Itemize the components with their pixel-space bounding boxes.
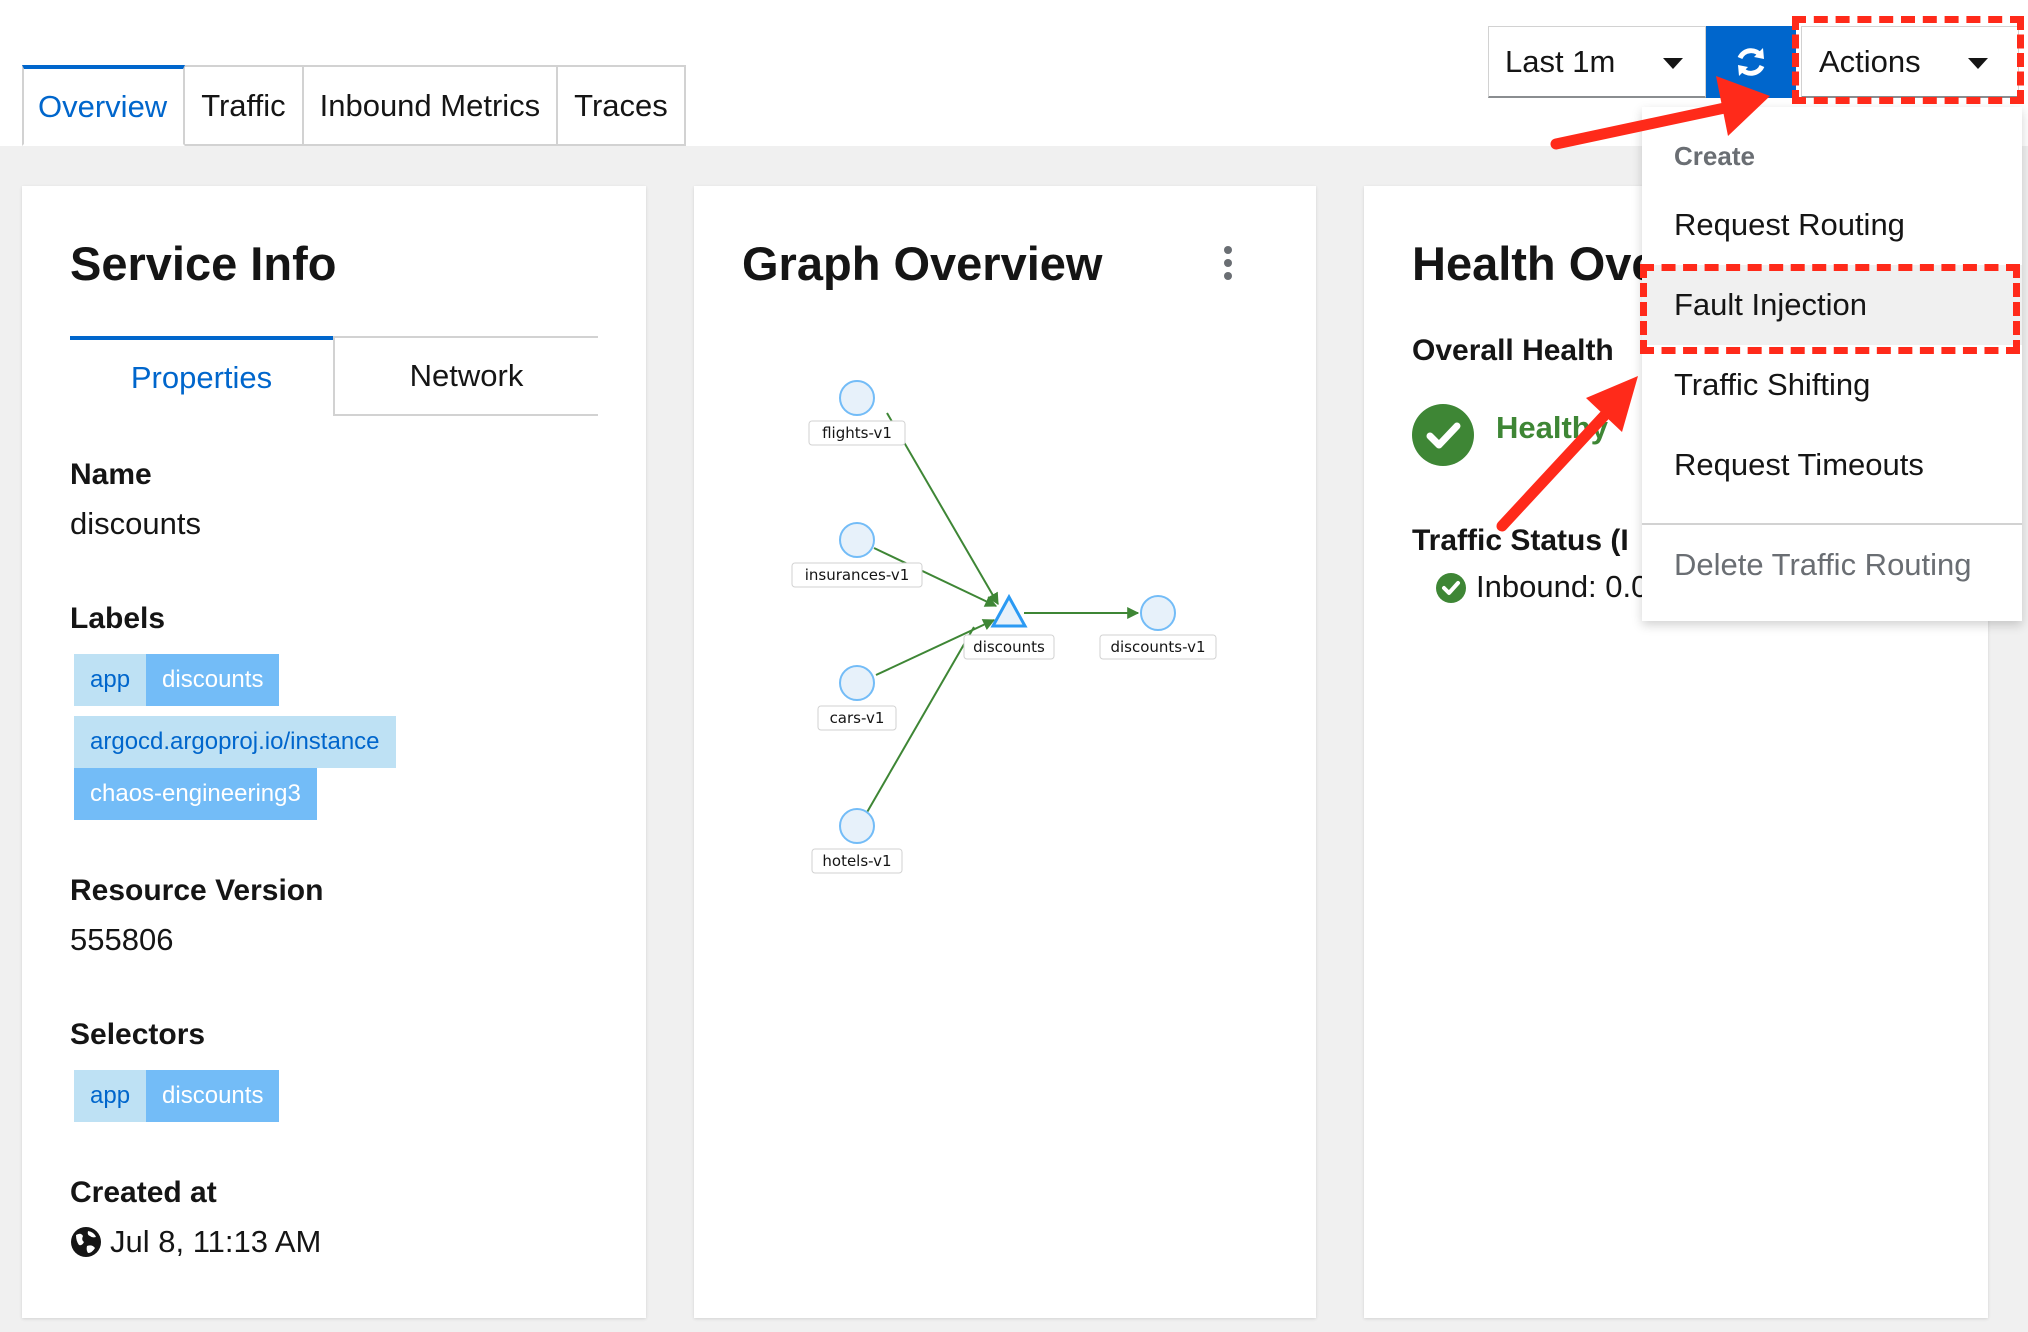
- actions-menu: Create Request Routing Fault Injection T…: [1642, 107, 2022, 621]
- label-badge: app discounts: [74, 654, 280, 706]
- tab-traffic[interactable]: Traffic: [185, 65, 304, 146]
- label-key: argocd.argoproj.io/instance: [74, 716, 396, 768]
- tab-inbound-metrics[interactable]: Inbound Metrics: [303, 65, 559, 146]
- graph-node-cars-v1[interactable]: [839, 665, 875, 701]
- menu-item-request-routing[interactable]: Request Routing: [1642, 185, 2022, 265]
- menu-item-traffic-shifting[interactable]: Traffic Shifting: [1642, 345, 2022, 425]
- created-row: Jul 8, 11:13 AM: [70, 1224, 321, 1260]
- card-title: Service Info: [70, 237, 337, 290]
- menu-item-request-timeouts[interactable]: Request Timeouts: [1642, 425, 2022, 505]
- tab-traces[interactable]: Traces: [558, 65, 686, 146]
- overall-health-status: Healthy: [1496, 410, 1608, 445]
- healthy-check-icon: [1412, 404, 1474, 466]
- graph-node-discounts-v1[interactable]: [1140, 595, 1176, 631]
- selector-key: app: [74, 1070, 147, 1122]
- service-info-tabs: Properties Network: [70, 336, 598, 416]
- annotation-highlight-actions: [1792, 16, 2024, 104]
- time-range-select[interactable]: Last 1m: [1488, 26, 1706, 98]
- created-value: Jul 8, 11:13 AM: [110, 1224, 322, 1259]
- name-value: discounts: [70, 506, 201, 541]
- service-info-card: Service Info Properties Network Name dis…: [22, 186, 646, 1318]
- refresh-button[interactable]: [1706, 26, 1796, 98]
- graph-node-insurances-v1[interactable]: [839, 522, 875, 558]
- refresh-icon: [1737, 48, 1765, 76]
- node-label-discounts: discounts: [973, 638, 1045, 656]
- created-label: Created at: [70, 1176, 217, 1209]
- node-label-hotels-v1: hotels-v1: [822, 852, 891, 870]
- node-label-flights-v1: flights-v1: [822, 424, 892, 442]
- graph-overview-card: Graph Overview flights-v1 insurances-v1 …: [694, 186, 1316, 1318]
- node-label-insurances-v1: insurances-v1: [805, 566, 910, 584]
- label-badge: chaos-engineering3: [74, 768, 317, 820]
- traffic-status-label: Traffic Status (I: [1412, 524, 1629, 557]
- caret-down-icon: [1663, 58, 1683, 69]
- main-tabs: Overview Traffic Inbound Metrics Traces: [22, 65, 686, 146]
- menu-group-create: Create: [1674, 141, 1755, 171]
- node-label-cars-v1: cars-v1: [830, 709, 885, 727]
- tab-overview[interactable]: Overview: [22, 65, 186, 146]
- graph-node-discounts[interactable]: [990, 593, 1028, 628]
- menu-item-delete-traffic-routing[interactable]: Delete Traffic Routing: [1642, 525, 2022, 605]
- card-title: Health Ove: [1412, 237, 1658, 290]
- graph-node-flights-v1[interactable]: [839, 380, 875, 416]
- graph-node-hotels-v1[interactable]: [839, 808, 875, 844]
- inbound-check-icon: [1436, 573, 1466, 603]
- globe-icon: [71, 1227, 101, 1257]
- service-graph: flights-v1 insurances-v1 cars-v1 hotels-…: [791, 380, 1217, 874]
- node-label-discounts-v1: discounts-v1: [1110, 638, 1205, 656]
- label-badge: argocd.argoproj.io/instance: [74, 716, 396, 768]
- selectors-label: Selectors: [70, 1018, 206, 1051]
- annotation-highlight-fault-injection: [1640, 264, 2020, 354]
- resource-version-value: 555806: [70, 922, 174, 957]
- label-value: chaos-engineering3: [74, 768, 317, 820]
- label-key: app: [74, 654, 147, 706]
- inbound-traffic-value: Inbound: 0.0: [1476, 569, 1649, 604]
- tab-network[interactable]: Network: [333, 336, 598, 416]
- name-label: Name: [70, 458, 152, 491]
- tab-properties[interactable]: Properties: [70, 336, 333, 416]
- selector-badge: app discounts: [74, 1070, 280, 1122]
- labels-label: Labels: [70, 602, 166, 635]
- resource-version-label: Resource Version: [70, 874, 324, 907]
- label-value: discounts: [146, 654, 280, 706]
- overall-health-label: Overall Health: [1412, 334, 1614, 367]
- time-range-value: Last 1m: [1505, 43, 1616, 79]
- selector-value: discounts: [146, 1070, 280, 1122]
